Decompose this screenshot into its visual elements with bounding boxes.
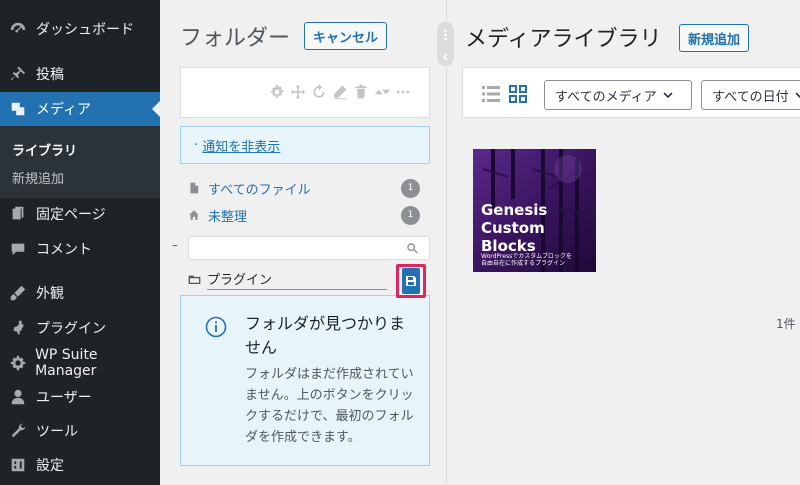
thumbnail-title-line: Custom: [481, 219, 545, 237]
sidebar-item-dashboard[interactable]: ダッシュボード: [0, 12, 160, 46]
date-filter-value: すべての日付: [712, 89, 789, 105]
sidebar-item-settings[interactable]: 設定: [0, 448, 160, 482]
sidebar-item-appearance[interactable]: 外観: [0, 276, 160, 310]
sidebar-item-plugins[interactable]: プラグイン: [0, 311, 160, 345]
notice-bullet: ·: [194, 137, 199, 153]
panel-divider: [446, 0, 447, 485]
sidebar-item-pages[interactable]: 固定ページ: [0, 197, 160, 231]
sidebar-item-label: WP Suite Manager: [35, 347, 98, 379]
media-type-filter-value: すべてのメディア: [555, 89, 657, 105]
thumbnail-subtitle-line: WordPressでカスタムブロックを: [481, 253, 572, 260]
hide-notice-link[interactable]: 通知を非表示: [202, 136, 280, 155]
search-icon: [407, 243, 418, 254]
grid-view-icon[interactable]: [508, 84, 528, 104]
sidebar-item-users[interactable]: ユーザー: [0, 380, 160, 414]
refresh-icon[interactable]: [311, 84, 327, 100]
edit-icon[interactable]: [332, 84, 348, 100]
save-folder-highlight: [396, 264, 426, 298]
sidebar-item-comments[interactable]: コメント: [0, 232, 160, 266]
media-icon: [0, 100, 36, 118]
empty-folders-notice: フォルダが見つかりません フォルダはまだ作成されていません。上のボタンをクリック…: [180, 295, 430, 466]
folder-icon: [188, 275, 201, 284]
move-icon[interactable]: [290, 84, 306, 100]
chevron-down-icon: [663, 92, 673, 99]
sidebar-item-wp-suite-manager[interactable]: WP Suite Manager: [0, 346, 160, 380]
media-library-title: メディアライブラリ: [465, 27, 662, 52]
sidebar-item-media[interactable]: メディア: [0, 92, 160, 126]
empty-folders-title: フォルダが見つかりません: [245, 314, 406, 357]
more-icon[interactable]: [395, 84, 411, 100]
new-folder-name-input[interactable]: [207, 268, 387, 290]
thumbnail-title-line: Genesis: [481, 201, 548, 219]
file-count-badge: 1: [401, 178, 420, 198]
sidebar-item-label: ユーザー: [36, 390, 92, 406]
media-item-count: 1件: [776, 317, 796, 331]
folder-panel-title: フォルダー: [180, 26, 291, 51]
wrench-icon: [0, 422, 36, 440]
sidebar-item-posts[interactable]: 投稿: [0, 57, 160, 91]
submenu-item-add-new[interactable]: 新規追加: [12, 168, 64, 187]
submenu-item-library[interactable]: ライブラリ: [12, 140, 77, 159]
date-filter[interactable]: すべての日付: [701, 80, 800, 110]
admin-sidebar: ダッシュボード 投稿 メディア ライブラリ 新規追加 固定ページ コメント 外観…: [0, 0, 160, 485]
media-type-filter[interactable]: すべてのメディア: [544, 80, 692, 110]
media-submenu: ライブラリ 新規追加: [0, 126, 160, 198]
folder-item-uncategorized[interactable]: 未整理 1: [188, 202, 430, 228]
sort-icon[interactable]: [374, 84, 390, 100]
empty-folders-text: フォルダはまだ作成されていません。上のボタンをクリックするだけで、最初のフォルダ…: [245, 367, 414, 445]
folder-toolbar: [180, 67, 430, 118]
cancel-button[interactable]: キャンセル: [304, 22, 387, 50]
sidebar-item-label: 設定: [36, 458, 64, 474]
sidebar-item-label: 固定ページ: [36, 207, 106, 223]
settings-icon: [0, 456, 36, 474]
sidebar-item-label: 投稿: [36, 67, 64, 83]
panel-resize-handle[interactable]: [437, 22, 454, 66]
user-icon: [0, 388, 36, 406]
chevron-down-icon: [795, 92, 800, 99]
sidebar-item-label: プラグイン: [36, 321, 106, 337]
folder-search-input[interactable]: [188, 236, 430, 260]
dashboard-icon: [0, 20, 36, 38]
gear-icon[interactable]: [269, 84, 285, 100]
thumbnail-subtitle-line: 自由自在に作成するプラグイン: [481, 260, 566, 267]
info-icon: [205, 316, 227, 338]
save-folder-button[interactable]: [402, 268, 420, 294]
new-folder-row: [188, 266, 388, 292]
home-icon: [189, 210, 199, 220]
sidebar-item-label: メディア: [36, 102, 92, 118]
pin-icon: [0, 65, 36, 83]
sidebar-item-label: ツール: [36, 424, 78, 440]
folder-item-label: すべてのファイル: [208, 182, 311, 198]
sidebar-item-label: 外観: [36, 286, 64, 302]
notice-box: · 通知を非表示: [180, 126, 430, 164]
list-view-icon[interactable]: [481, 84, 501, 104]
save-icon: [406, 276, 416, 286]
folder-item-all-files[interactable]: すべてのファイル 1: [188, 175, 430, 201]
folder-item-label: 未整理: [208, 209, 248, 225]
collapse-button[interactable]: –: [172, 238, 178, 252]
add-new-media-button[interactable]: 新規追加: [679, 24, 749, 52]
appearance-icon: [0, 284, 36, 302]
folder-panel: フォルダー キャンセル · 通知を非表示 すべてのファイル 1 未整理 1 –: [160, 0, 440, 485]
trash-icon[interactable]: [353, 84, 369, 100]
plugin-icon: [0, 319, 36, 337]
file-count-badge: 1: [401, 205, 420, 225]
media-thumbnail[interactable]: Genesis Custom Blocks WordPressでカスタムブロック…: [473, 149, 596, 272]
gear-icon: [0, 354, 35, 372]
file-icon: [190, 182, 199, 194]
page-icon: [0, 205, 36, 223]
sidebar-item-tools[interactable]: ツール: [0, 414, 160, 448]
comment-icon: [0, 240, 36, 258]
sidebar-item-label: ダッシュボード: [36, 22, 134, 38]
media-toolbar: すべてのメディア すべての日付: [462, 67, 800, 118]
thumbnail-subtitle: WordPressでカスタムブロックを 自由自在に作成するプラグイン: [481, 253, 572, 267]
thumbnail-title: Genesis Custom Blocks: [481, 201, 547, 255]
sidebar-item-label: コメント: [36, 242, 92, 258]
